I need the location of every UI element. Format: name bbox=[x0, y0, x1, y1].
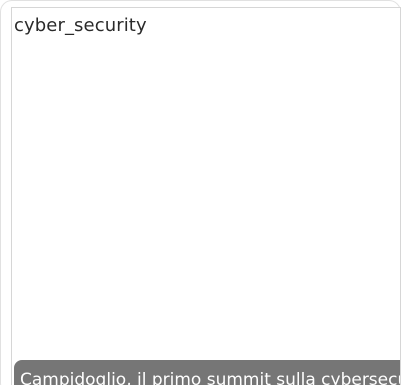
tag-label[interactable]: cyber_security bbox=[14, 15, 147, 36]
article-caption[interactable]: Campidoglio, il primo summit sulla cyber… bbox=[20, 370, 400, 385]
caption-bar[interactable]: Campidoglio, il primo summit sulla cyber… bbox=[14, 360, 400, 385]
article-card[interactable]: cyber_security Campidoglio, il primo sum… bbox=[11, 7, 401, 385]
